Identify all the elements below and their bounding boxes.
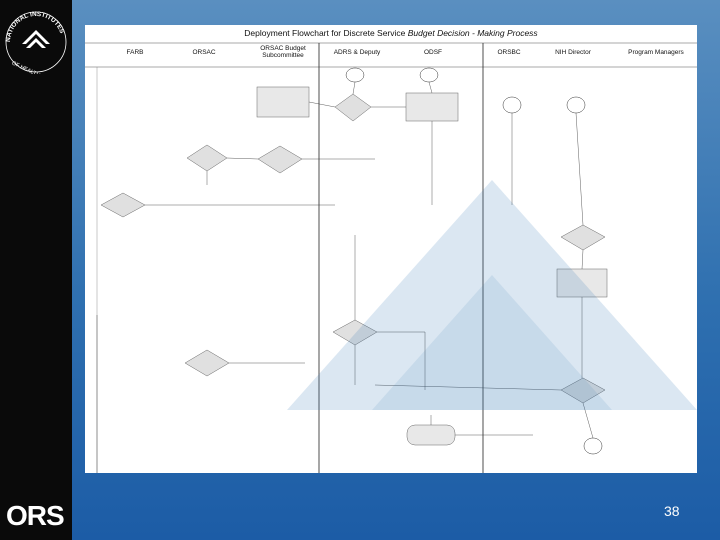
flowchart-title-italic: Budget Decision - Making Process bbox=[407, 28, 538, 38]
flowchart-title-main: Deployment Flowchart for Discrete Servic… bbox=[244, 28, 406, 38]
lane-header-farb: FARB bbox=[126, 49, 144, 56]
lane-header-adrs-deputy: ADRS & Deputy bbox=[333, 49, 381, 56]
svg-text:OF HEALTH: OF HEALTH bbox=[11, 60, 41, 74]
lane-header-orsbc: ORSBC bbox=[497, 49, 521, 56]
flowchart-sheet: Deployment Flowchart for Discrete Servic… bbox=[85, 25, 697, 473]
page-number: 38 bbox=[664, 503, 680, 519]
left-sidebar: NATIONAL INSTITUTES OF HEALTH ORS bbox=[0, 0, 72, 540]
lane-header-odsf: ODSF bbox=[423, 49, 443, 56]
svg-text:NATIONAL INSTITUTES: NATIONAL INSTITUTES bbox=[5, 11, 66, 42]
flowchart-graphics bbox=[85, 25, 697, 473]
lane-header-orsac-budget-subcommittee: ORSAC Budget Subcommittee bbox=[260, 45, 306, 59]
lane-header-program-managers: Program Managers bbox=[628, 49, 684, 56]
flowchart-title: Deployment Flowchart for Discrete Servic… bbox=[85, 28, 697, 38]
ors-logo: ORS bbox=[6, 500, 65, 531]
lane-header-orsac: ORSAC bbox=[192, 49, 216, 56]
lane-header-nih-director: NIH Director bbox=[555, 49, 591, 56]
nih-logo-icon: NATIONAL INSTITUTES OF HEALTH bbox=[5, 11, 67, 74]
